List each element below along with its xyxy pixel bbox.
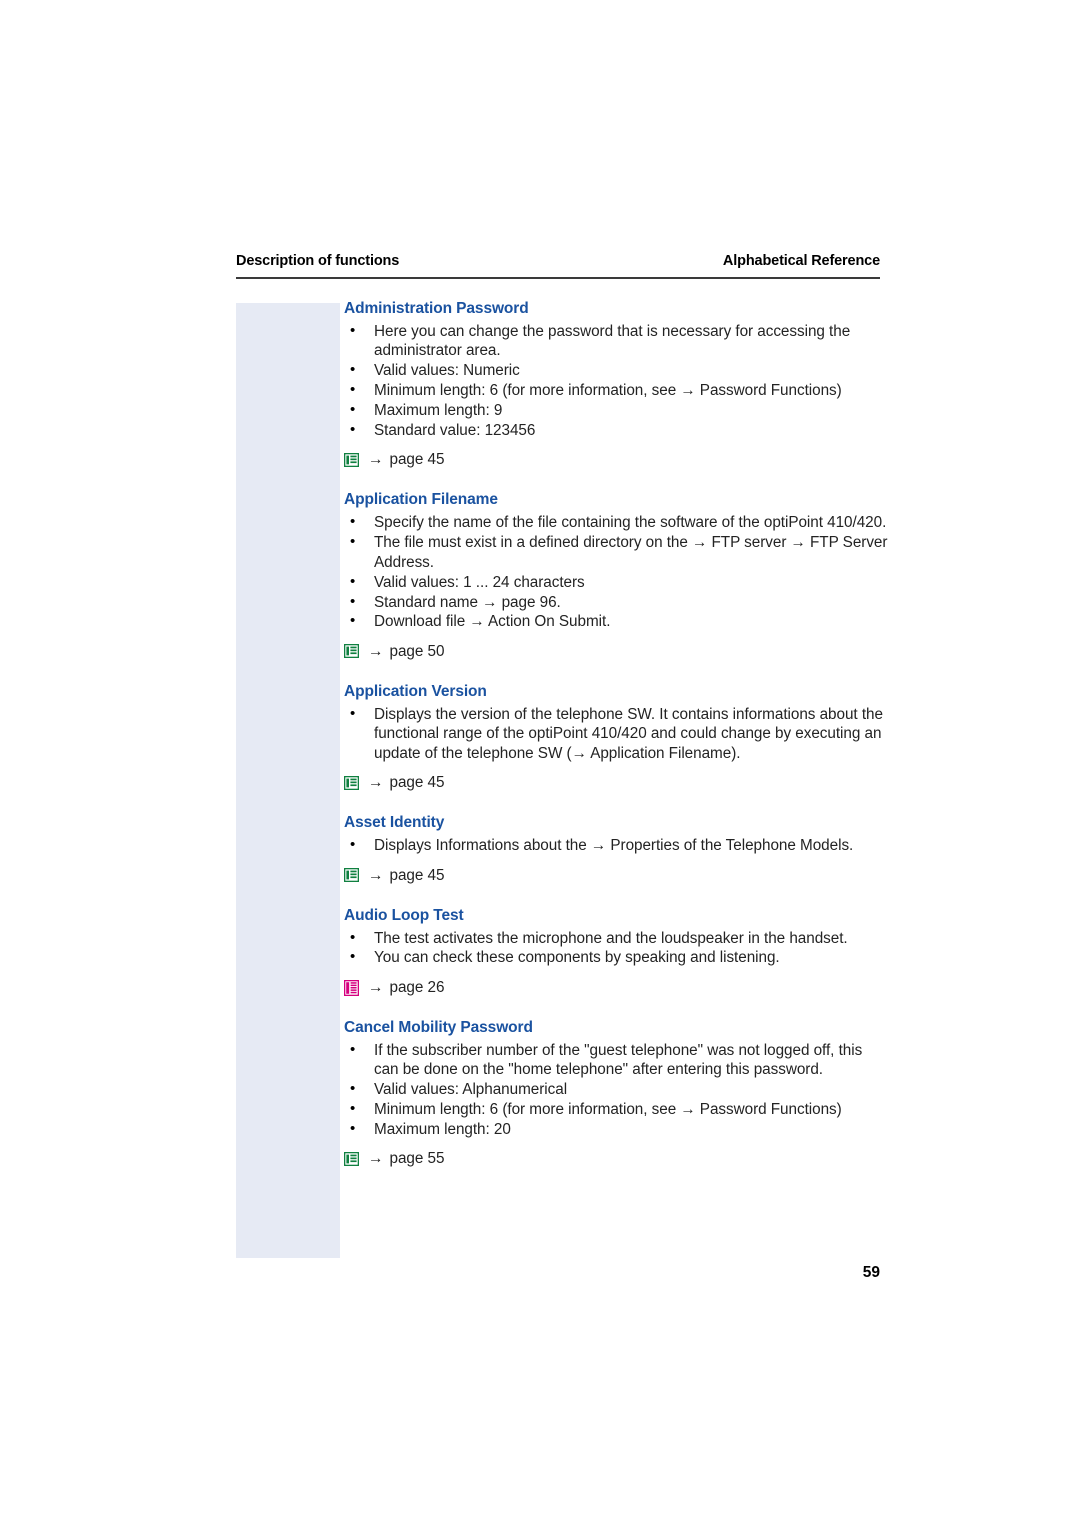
entry-bullet-list: The test activates the microphone and th… bbox=[344, 927, 889, 968]
entry-title: Asset Identity bbox=[344, 814, 445, 832]
reference-arrow-icon: → bbox=[368, 642, 384, 660]
bullet-item: You can check these components by speaki… bbox=[344, 947, 889, 967]
page-reference[interactable]: → page 50 bbox=[343, 642, 889, 661]
bullet-item: Valid values: Alphanumerical bbox=[344, 1079, 889, 1099]
entry-spacer bbox=[344, 997, 889, 1018]
reference-entry: Application Version Displays the version … bbox=[343, 682, 889, 792]
reference-entry: Cancel Mobility Password If the subscribe… bbox=[343, 1018, 889, 1169]
reference-entry: Administration Password Here you can chan… bbox=[343, 299, 889, 469]
entry-bullet-list: If the subscriber number of the "guest t… bbox=[344, 1040, 889, 1140]
web-page-icon bbox=[343, 867, 360, 883]
bullet-item: The file must exist in a defined directo… bbox=[344, 532, 889, 572]
bullet-item: The test activates the microphone and th… bbox=[344, 927, 889, 948]
reference-entry: Audio Loop Test The test activates the mi… bbox=[343, 906, 889, 997]
bullet-item: Valid values: Numeric bbox=[344, 360, 889, 380]
web-page-icon bbox=[343, 452, 360, 468]
entry-list: Administration Password Here you can chan… bbox=[343, 299, 889, 1169]
reference-entry: Asset Identity Displays Informations abou… bbox=[343, 813, 889, 885]
reference-page-label: page 55 bbox=[389, 1150, 445, 1168]
page-reference[interactable]: → page 45 bbox=[343, 866, 889, 885]
bullet-item: Standard value: 123456 bbox=[344, 420, 889, 440]
bullet-item: Standard name → page 96. bbox=[344, 592, 889, 612]
running-head-left: Description of functions bbox=[236, 253, 400, 269]
entry-title: Administration Password bbox=[344, 300, 529, 317]
page-number: 59 bbox=[862, 1264, 880, 1281]
bullet-item: Maximum length: 20 bbox=[344, 1119, 889, 1139]
reference-page-label: page 45 bbox=[389, 774, 445, 792]
entry-spacer bbox=[344, 661, 889, 682]
entry-bullet-list: Displays the version of the telephone SW… bbox=[344, 704, 889, 763]
entry-title: Audio Loop Test bbox=[344, 906, 464, 924]
reference-arrow-icon: → bbox=[368, 978, 384, 996]
web-page-icon bbox=[343, 1151, 360, 1167]
entry-bullet-list: Displays Informations about the → Proper… bbox=[344, 835, 889, 855]
bullet-item: Minimum length: 6 (for more information,… bbox=[344, 380, 889, 400]
bullet-item: Displays the version of the telephone SW… bbox=[344, 704, 889, 763]
reference-page-label: page 45 bbox=[389, 451, 445, 469]
web-page-icon bbox=[343, 775, 360, 790]
entry-title: Application Version bbox=[344, 682, 487, 700]
reference-arrow-icon: → bbox=[368, 866, 384, 884]
entry-spacer bbox=[344, 792, 889, 813]
bullet-item: Download file → Action On Submit. bbox=[344, 611, 889, 631]
reference-page-label: page 45 bbox=[389, 866, 445, 884]
bullet-item: Displays Informations about the → Proper… bbox=[344, 835, 889, 855]
bullet-item: Maximum length: 9 bbox=[344, 400, 889, 420]
entry-bullet-list: Here you can change the password that is… bbox=[344, 321, 889, 440]
reference-arrow-icon: → bbox=[368, 1150, 384, 1168]
bullet-item: Minimum length: 6 (for more information,… bbox=[344, 1099, 889, 1119]
telephone-menu-icon bbox=[343, 980, 360, 997]
document-page: Description of functions Alphabetical Re… bbox=[0, 0, 1080, 1528]
bullet-item: Specify the name of the file containing … bbox=[344, 512, 889, 532]
entry-spacer bbox=[344, 469, 889, 490]
web-page-icon bbox=[343, 644, 360, 659]
running-head: Description of functions Alphabetical Re… bbox=[236, 253, 880, 269]
reference-page-label: page 50 bbox=[389, 642, 445, 660]
page-reference[interactable]: → page 45 bbox=[343, 773, 889, 792]
header-rule bbox=[236, 277, 880, 279]
reference-arrow-icon: → bbox=[368, 774, 384, 792]
page-reference[interactable]: → page 26 bbox=[343, 978, 889, 997]
bullet-item: If the subscriber number of the "guest t… bbox=[344, 1040, 889, 1080]
page-reference[interactable]: → page 55 bbox=[343, 1149, 889, 1168]
entry-spacer bbox=[344, 885, 889, 906]
entry-title: Application Filename bbox=[344, 491, 498, 509]
bullet-item: Valid values: 1 ... 24 characters bbox=[344, 572, 889, 592]
reference-page-label: page 26 bbox=[389, 978, 445, 996]
reference-arrow-icon: → bbox=[368, 451, 384, 469]
bullet-item: Here you can change the password that is… bbox=[344, 321, 889, 361]
left-tint-band bbox=[236, 303, 340, 1258]
page-reference[interactable]: → page 45 bbox=[343, 450, 889, 469]
running-head-right: Alphabetical Reference bbox=[722, 253, 880, 269]
reference-entry: Application Filename Specify the name of … bbox=[343, 490, 889, 661]
entry-title: Cancel Mobility Password bbox=[344, 1018, 533, 1036]
entry-bullet-list: Specify the name of the file containing … bbox=[344, 512, 889, 631]
